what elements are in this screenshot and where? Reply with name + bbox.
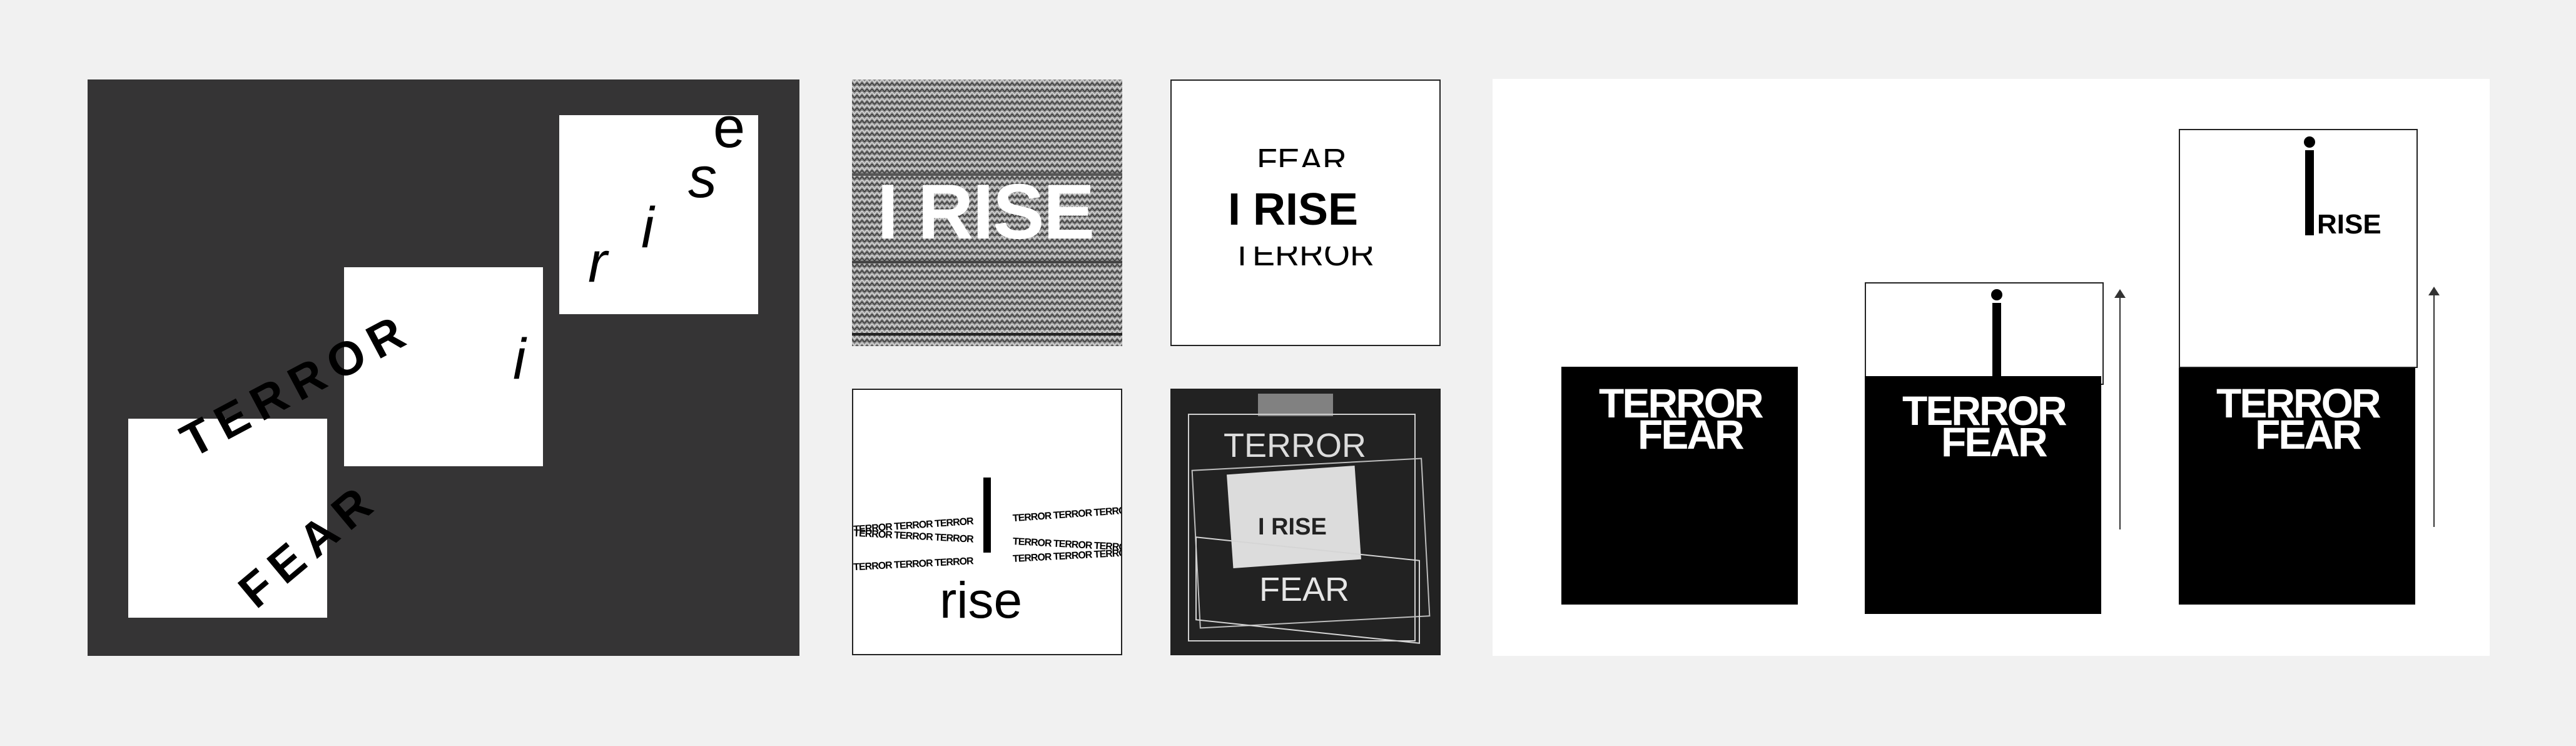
i-bar-frame-2: [1992, 303, 2001, 384]
terror-tile: TERROR: [893, 530, 933, 543]
terror-tile: TERROR: [1093, 504, 1122, 519]
arrow-up-3: [2433, 289, 2435, 527]
acetate-sleeves-panel: TERROR I RISE FEAR: [1170, 389, 1441, 655]
rise-vertical-bar: [983, 478, 991, 553]
terror-bottom-text: TERROR: [1232, 247, 1374, 273]
arrow-up-3-head: [2428, 287, 2440, 295]
i-dot-frame-2: [1991, 289, 2002, 300]
rise-frame-3: RISE: [2317, 209, 2381, 240]
terror-tile: TERROR: [893, 558, 933, 571]
terror-tile: TERROR: [1053, 549, 1092, 563]
rise-letter-e: e: [713, 96, 746, 160]
terror-tile: TERROR: [1012, 536, 1052, 549]
fear-top-text: FEAR: [1257, 142, 1347, 167]
terror-tile: TERROR: [934, 556, 974, 569]
noise-i-rise-text: I RISE: [877, 169, 1095, 255]
terror-tile: TERROR: [1093, 547, 1122, 561]
terror-tile: TERROR: [853, 528, 893, 541]
i-rise-card-text: I RISE: [1258, 514, 1327, 540]
terror-tile: TERROR: [1053, 538, 1092, 551]
rise-sequence-panel: TERROR FEAR TERROR FEAR RISE TERROR FEAR: [1493, 79, 2490, 656]
terror-tile: TERROR: [1053, 508, 1092, 521]
tape-strip: [1258, 394, 1333, 416]
dark-stepping-squares-panel: TERROR FEAR i r i s e: [88, 79, 799, 656]
terror-tile: TERROR: [1012, 551, 1052, 565]
fear-frame-2: FEAR: [1941, 419, 2048, 465]
terror-tile: TERROR: [853, 560, 893, 573]
noise-i-rise-panel: I RISE: [852, 79, 1122, 346]
terror-on-sleeve: TERROR: [1224, 427, 1366, 464]
outline-square-2: [1865, 282, 2104, 385]
terror-tile: TERROR: [934, 516, 974, 529]
tiled-terror-rise-panel: TERROR TERROR TERROR TERROR TERROR TERRO…: [852, 389, 1122, 655]
i-dot-frame-3: [2304, 136, 2315, 148]
arrow-up-2-head: [2114, 289, 2126, 298]
fear-frame-1: FEAR: [1638, 411, 1745, 457]
fear-frame-3: FEAR: [2255, 411, 2362, 457]
rise-word: rise: [940, 572, 1023, 629]
i-rise-center-text: I RISE: [1228, 185, 1359, 235]
terror-bottom-label: TERROR: [1232, 247, 1374, 273]
terror-tile: TERROR: [1012, 511, 1052, 524]
rise-letter-r: r: [588, 230, 607, 294]
rise-letter-i: i: [641, 196, 654, 260]
arrow-up-2: [2119, 292, 2121, 529]
middle-i-letter: i: [513, 327, 526, 391]
fear-rise-terror-panel: FEAR I RISE TERROR: [1170, 79, 1441, 346]
i-bar-frame-3: [2305, 150, 2314, 235]
outline-square-3: [2179, 129, 2418, 368]
terror-tile: TERROR: [934, 532, 974, 545]
